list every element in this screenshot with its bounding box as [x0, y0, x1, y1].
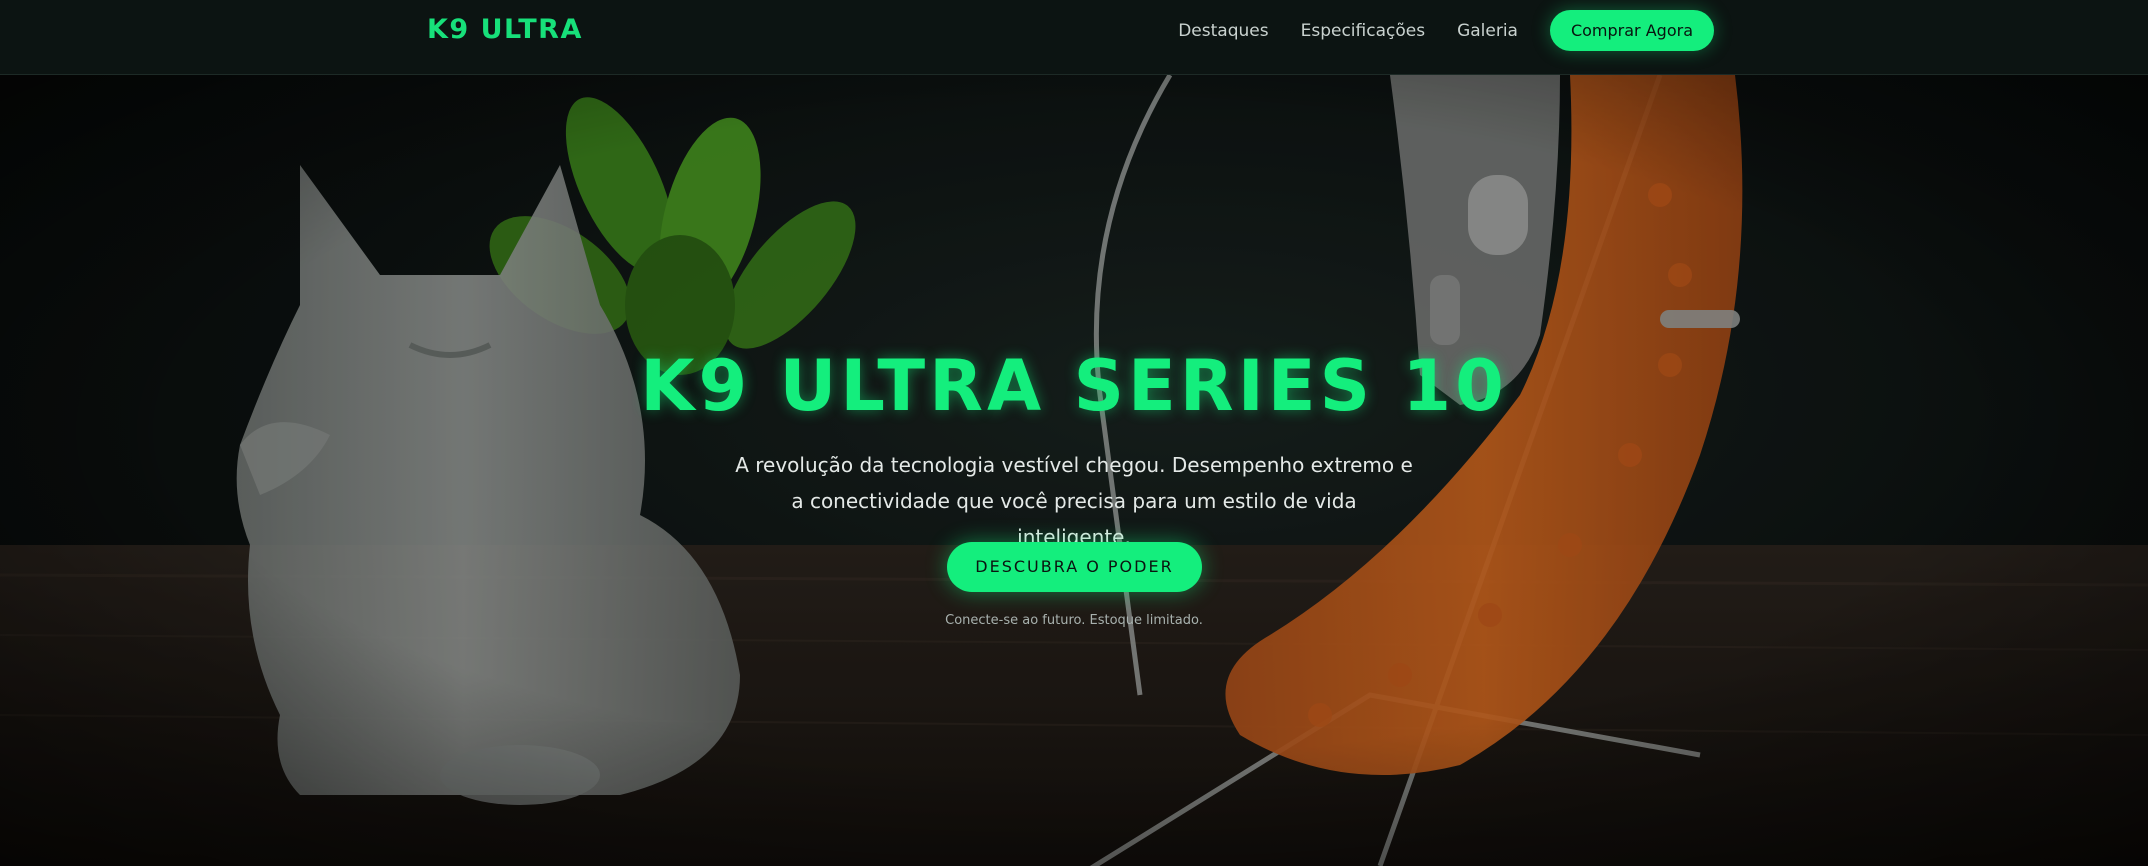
buy-now-button[interactable]: Comprar Agora: [1549, 10, 1714, 51]
top-navbar: K9 ULTRA Destaques Especificações Galeri…: [0, 0, 2148, 75]
brand-logo[interactable]: K9 ULTRA: [427, 14, 583, 45]
nav-link-especificacoes[interactable]: Especificações: [1301, 21, 1425, 41]
nav-links: Destaques Especificações Galeria Comprar…: [1178, 10, 1714, 51]
hero-title: K9 ULTRA SERIES 10: [640, 345, 1508, 427]
discover-button[interactable]: DESCUBRA O PODER: [947, 542, 1202, 592]
hero-section: K9 ULTRA SERIES 10 A revolução da tecnol…: [0, 75, 2148, 866]
hero-description: A revolução da tecnologia vestível chego…: [735, 453, 1413, 549]
hero-stock-note: Conecte-se ao futuro. Estoque limitado.: [945, 613, 1203, 628]
nav-link-destaques[interactable]: Destaques: [1178, 21, 1268, 41]
nav-link-galeria[interactable]: Galeria: [1457, 21, 1518, 41]
